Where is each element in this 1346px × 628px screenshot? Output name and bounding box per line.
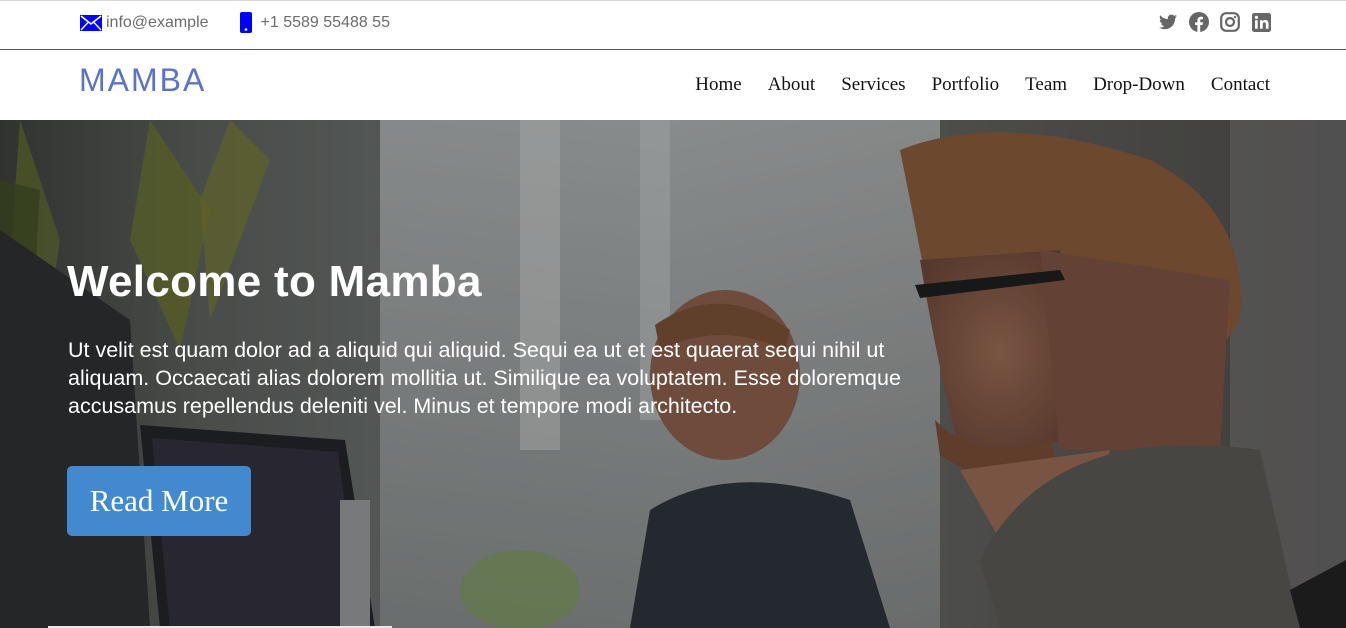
nav-item-about[interactable]: About (768, 74, 816, 96)
social-links (1147, 12, 1271, 32)
hero-title: Welcome to Mamba (67, 257, 482, 306)
phone-icon (239, 12, 252, 33)
nav-item-contact[interactable]: Contact (1211, 74, 1270, 96)
envelope-icon (80, 15, 102, 31)
phone-text: +1 5589 55488 55 (260, 14, 390, 31)
hero-section: Welcome to Mamba Ut velit est quam dolor… (0, 120, 1346, 628)
site-header: MAMBA Home About Services Portfolio Team… (0, 50, 1346, 120)
nav-item-services[interactable]: Services (841, 74, 905, 96)
read-more-button[interactable]: Read More (67, 466, 251, 536)
linkedin-icon[interactable] (1251, 12, 1271, 32)
main-nav: Home About Services Portfolio Team Drop-… (669, 74, 1270, 96)
nav-item-home[interactable]: Home (695, 74, 741, 96)
email-text: info@example (106, 14, 209, 31)
contact-info: info@example +1 5589 55488 55 (80, 12, 420, 34)
facebook-icon[interactable] (1189, 12, 1209, 32)
nav-item-portfolio[interactable]: Portfolio (932, 74, 1000, 96)
nav-item-dropdown[interactable]: Drop-Down (1093, 74, 1185, 96)
phone-contact[interactable]: +1 5589 55488 55 (239, 12, 390, 34)
twitter-icon[interactable] (1158, 12, 1178, 32)
site-logo[interactable]: MAMBA (79, 62, 206, 99)
instagram-icon[interactable] (1220, 12, 1240, 32)
hero-description: Ut velit est quam dolor ad a aliquid qui… (68, 338, 901, 418)
email-contact[interactable]: info@example (80, 14, 209, 32)
nav-item-team[interactable]: Team (1025, 74, 1067, 96)
top-bar: info@example +1 5589 55488 55 (0, 0, 1346, 50)
